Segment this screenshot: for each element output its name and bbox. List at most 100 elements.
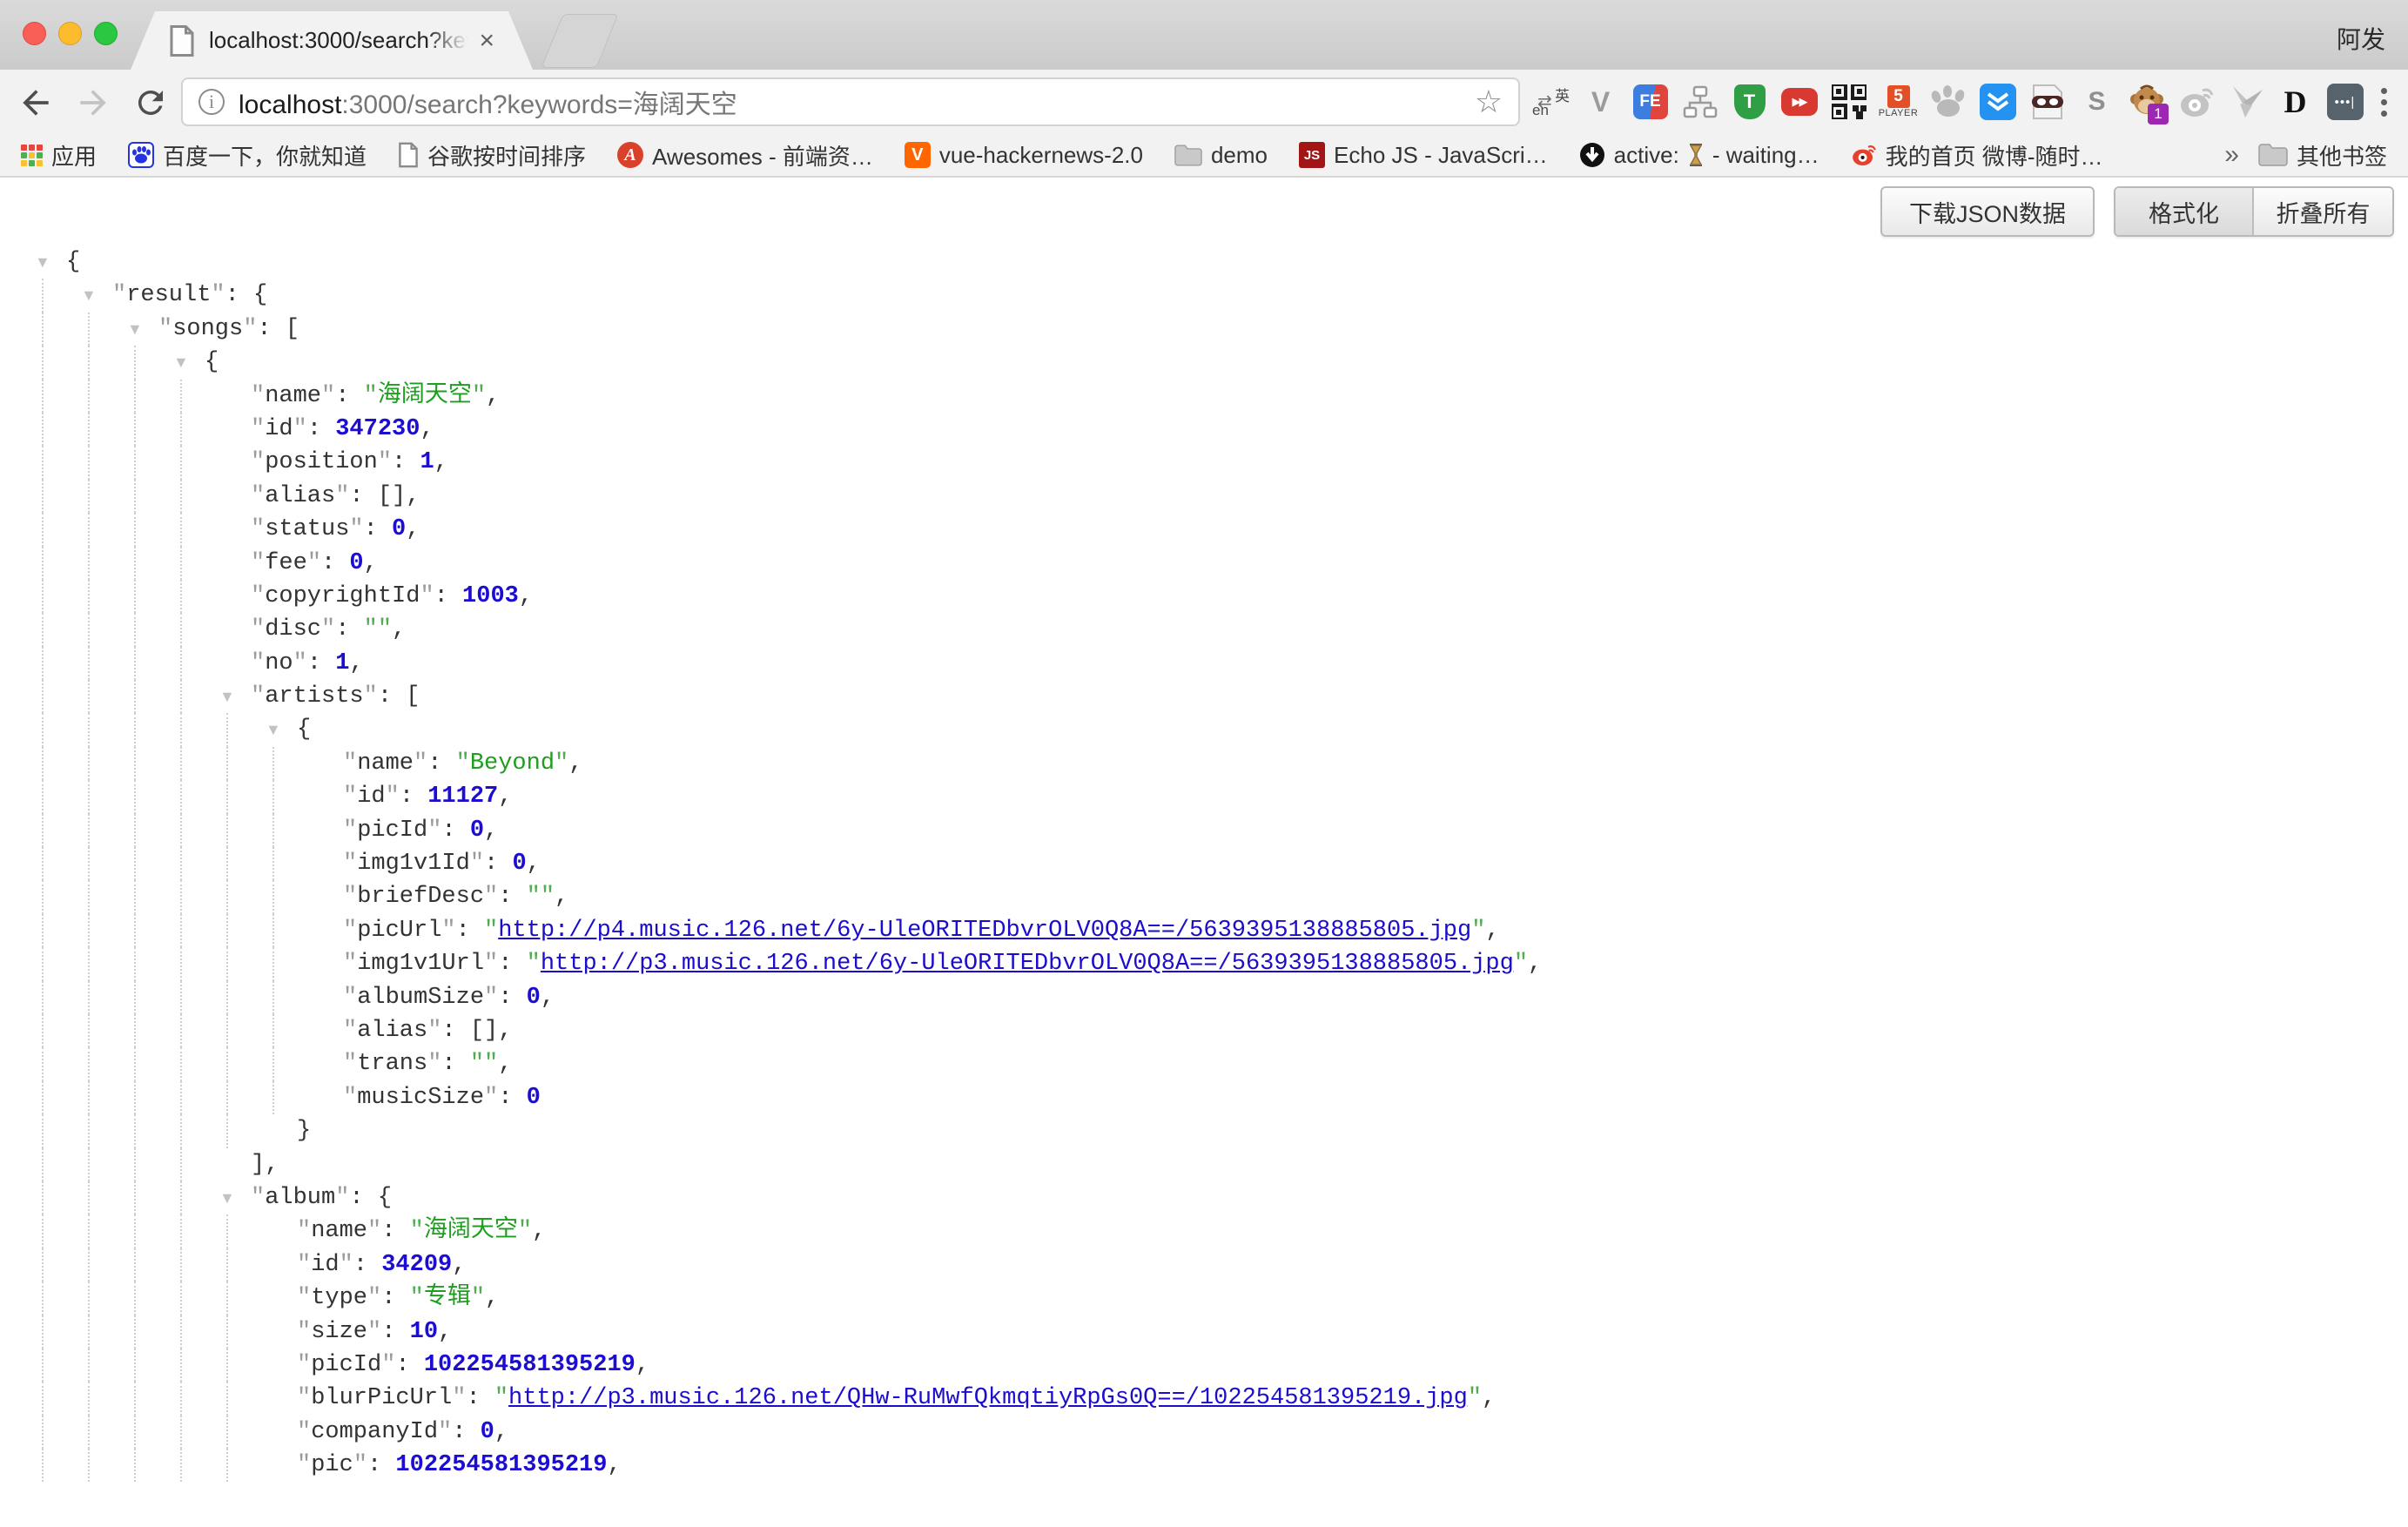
json-link-value[interactable]: http://p3.music.126.net/6y-UleORITEDbvrO… <box>541 951 1514 977</box>
indent-guide <box>88 480 90 513</box>
hummingbird-icon[interactable] <box>2227 84 2264 121</box>
page-info-icon[interactable]: i <box>198 89 225 115</box>
minimize-window-button[interactable] <box>58 22 82 45</box>
indent-guide <box>134 1449 136 1482</box>
shadowsocks-icon[interactable]: S <box>2078 84 2115 121</box>
indent-guide <box>226 780 228 813</box>
collapse-toggle-icon[interactable]: ▼ <box>266 713 281 746</box>
format-button[interactable]: 格式化 <box>2115 188 2254 235</box>
bookmark-label: 谷歌按时间排序 <box>427 139 586 172</box>
json-line: "id": 34209, <box>0 1248 2408 1281</box>
extension-badge: 1 <box>2148 104 2169 124</box>
json-link-value[interactable]: http://p4.music.126.net/6y-UleORITEDbvrO… <box>498 918 1471 944</box>
sitemap-icon[interactable] <box>1681 84 1719 121</box>
bookmark-vue-hackernews[interactable]: Vvue-hackernews-2.0 <box>905 142 1143 169</box>
indent-guide <box>88 446 90 479</box>
bookmark-baidu[interactable]: 百度一下，你就知道 <box>128 139 367 172</box>
indent-guide <box>180 1248 182 1281</box>
indent-guide <box>42 981 44 1014</box>
bookmark-google-sort[interactable]: 谷歌按时间排序 <box>398 139 586 172</box>
indent-guide <box>42 1014 44 1047</box>
bookmark-weibo[interactable]: 我的首页 微博-随时… <box>1851 139 2103 172</box>
fe-helper-icon[interactable]: FE <box>1631 84 1669 121</box>
blue-chevrons-icon[interactable] <box>1979 84 2016 121</box>
apps-grid-icon <box>21 145 43 166</box>
bookmark-label: vue-hackernews-2.0 <box>939 142 1143 169</box>
indent-guide <box>180 1416 182 1449</box>
browser-tab[interactable]: localhost:3000/search?keywor × <box>131 11 533 70</box>
indent-guide <box>180 780 182 813</box>
new-tab-button[interactable] <box>541 14 618 68</box>
page-icon <box>398 142 419 168</box>
indent-guide <box>272 1047 274 1080</box>
collapse-toggle-icon[interactable]: ▼ <box>81 279 97 312</box>
forward-button[interactable] <box>73 83 113 123</box>
json-line: "name": "海阔天空", <box>0 1214 2408 1248</box>
tab-close-icon[interactable]: × <box>479 28 494 54</box>
indent-guide <box>180 947 182 980</box>
tampermonkey-shield-icon[interactable]: T <box>1731 84 1768 121</box>
reload-button[interactable] <box>131 83 171 123</box>
address-bar[interactable]: i localhost:3000/search?keywords=海阔天空 ☆ <box>181 77 1520 126</box>
close-window-button[interactable] <box>23 22 46 45</box>
indent-guide <box>42 1181 44 1214</box>
collapse-toggle-icon[interactable]: ▼ <box>219 680 235 713</box>
bookmark-demo[interactable]: demo <box>1174 142 1268 169</box>
json-number-value: 34209 <box>381 1252 452 1278</box>
password-box-icon[interactable]: •••| <box>2326 84 2364 121</box>
json-line: "type": "专辑", <box>0 1281 2408 1315</box>
indent-guide <box>88 1114 90 1147</box>
collapse-toggle-icon[interactable]: ▼ <box>127 313 143 346</box>
indent-guide <box>88 981 90 1014</box>
indent-guide <box>134 713 136 746</box>
qrcode-icon[interactable] <box>1830 84 1867 121</box>
bookmarks-overflow-icon[interactable]: » <box>2224 140 2239 170</box>
translate-icon[interactable]: ⇄en英 <box>1532 84 1570 121</box>
indent-guide <box>180 1181 182 1214</box>
json-key: position <box>265 449 378 475</box>
collapse-all-button[interactable]: 折叠所有 <box>2254 188 2392 235</box>
indent-guide <box>134 814 136 847</box>
bookmark-active[interactable]: active: - waiting… <box>1579 142 1819 169</box>
json-link-value[interactable]: http://p3.music.126.net/QHw-RuMwfQkmqtiy… <box>508 1385 1468 1411</box>
indent-guide <box>180 513 182 546</box>
bookmark-star-icon[interactable]: ☆ <box>1475 84 1503 120</box>
profile-name[interactable]: 阿发 <box>2337 21 2385 56</box>
url-text[interactable]: localhost:3000/search?keywords=海阔天空 <box>239 83 1466 121</box>
indent-guide <box>226 947 228 980</box>
weibo-grey-icon[interactable] <box>2177 84 2215 121</box>
bookmark-echojs[interactable]: JSEcho JS - JavaScri… <box>1299 142 1548 169</box>
collapse-toggle-icon[interactable]: ▼ <box>173 346 189 379</box>
monkey-badge-icon[interactable]: 1 <box>2128 84 2165 121</box>
json-line: ▼"artists": [ <box>0 680 2408 713</box>
download-json-button[interactable]: 下载JSON数据 <box>1880 186 2095 237</box>
json-key: alias <box>357 1018 427 1044</box>
paw-icon[interactable] <box>1929 84 1967 121</box>
browser-menu-icon[interactable] <box>2381 88 2387 117</box>
zoom-window-button[interactable] <box>94 22 118 45</box>
fast-forward-icon[interactable]: ▶▶ <box>1780 84 1818 121</box>
indent-guide <box>180 880 182 913</box>
html5-player-icon[interactable]: 5PLAYER <box>1880 84 1917 121</box>
json-line: "picUrl": "http://p4.music.126.net/6y-Ul… <box>0 914 2408 947</box>
vue-devtools-icon[interactable]: V <box>1582 84 1619 121</box>
mask-page-icon[interactable] <box>2028 84 2066 121</box>
other-bookmarks-folder[interactable]: 其他书签 <box>2258 139 2387 172</box>
bookmark-awesomes[interactable]: AAwesomes - 前端资… <box>617 139 873 172</box>
indent-guide <box>134 1416 136 1449</box>
weibo-icon <box>1851 142 1877 168</box>
json-number-value: 11127 <box>427 784 498 810</box>
dark-d-icon[interactable]: D <box>2277 84 2314 121</box>
indent-guide <box>134 914 136 947</box>
indent-guide <box>88 547 90 580</box>
indent-guide <box>88 580 90 613</box>
bookmark-apps[interactable]: 应用 <box>21 139 97 172</box>
collapse-toggle-icon[interactable]: ▼ <box>219 1181 235 1214</box>
json-line: ▼{ <box>0 246 2408 279</box>
collapse-toggle-icon[interactable]: ▼ <box>35 246 50 279</box>
indent-guide <box>88 814 90 847</box>
indent-guide <box>226 713 228 746</box>
indent-guide <box>180 847 182 880</box>
back-button[interactable] <box>16 83 56 123</box>
json-line: "musicSize": 0 <box>0 1081 2408 1114</box>
